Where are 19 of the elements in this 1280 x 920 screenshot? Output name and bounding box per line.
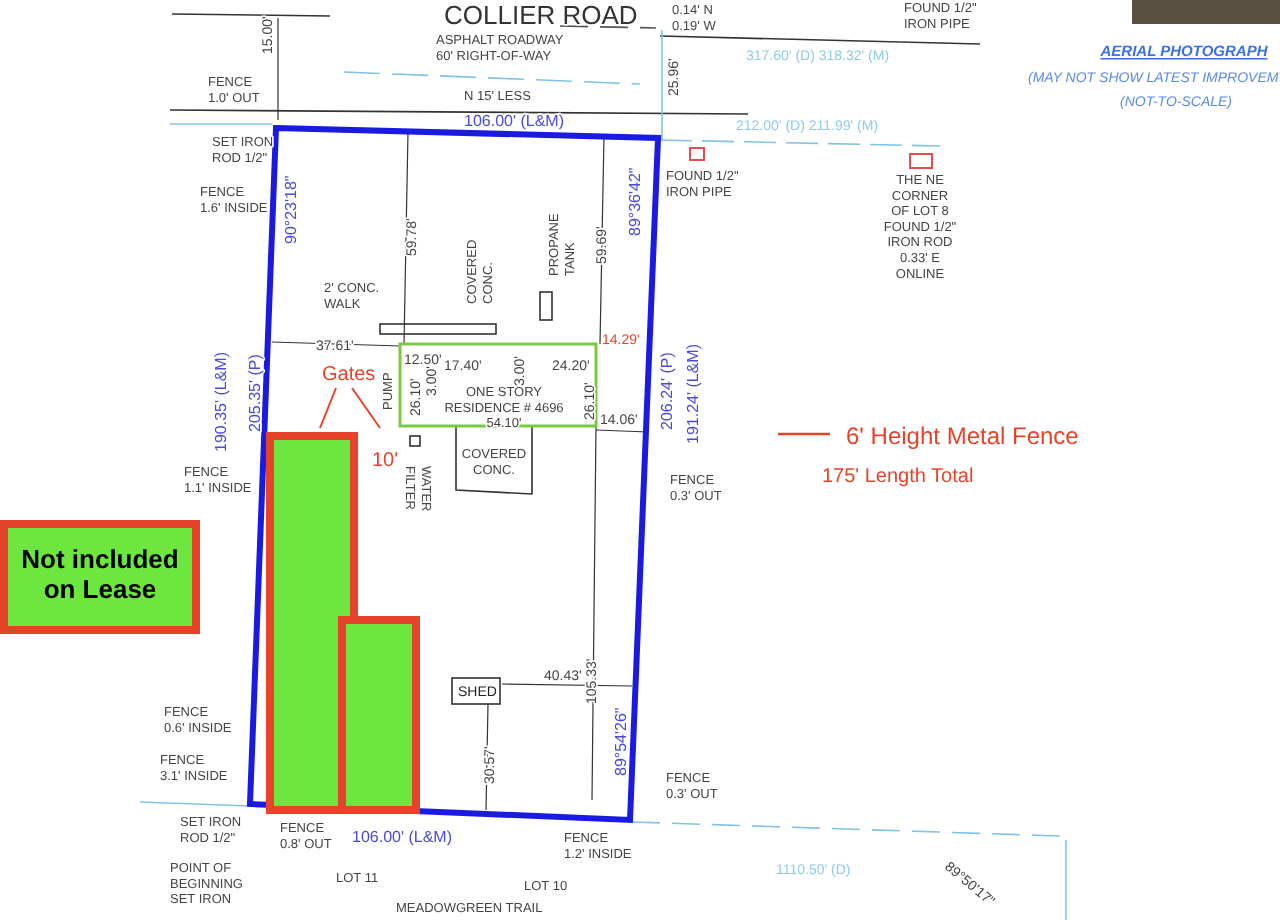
survey-marker-icon (689, 147, 705, 161)
bearing-label: 89°36'42" (626, 167, 644, 236)
legend-label: 6' Height Metal Fence (846, 422, 1079, 450)
bearing-label: 90°23'18" (282, 175, 300, 244)
bearing-label: 205.35' (P) (246, 354, 264, 432)
excluded-area-label: Not included on Lease (21, 544, 179, 604)
bearing-label: 191.24' (L&M) (684, 344, 702, 444)
shed-outline (451, 677, 501, 705)
survey-marker-icon (909, 153, 933, 169)
callout-label: 175' Length Total (822, 466, 974, 488)
road-name: COLLIER ROAD (444, 0, 638, 30)
fence-legend-line (778, 432, 830, 436)
bearing-label: 206.24' (P) (658, 352, 676, 430)
bearing-label: 106.00' (L&M) (352, 828, 452, 846)
callout-label: Gates (322, 364, 376, 386)
bearing-label: 190.35' (L&M) (212, 352, 230, 452)
bearing-label: 89°54'26" (612, 707, 630, 776)
bearing-label: 106.00' (L&M) (464, 112, 564, 130)
callout-label: 10' (372, 450, 399, 472)
